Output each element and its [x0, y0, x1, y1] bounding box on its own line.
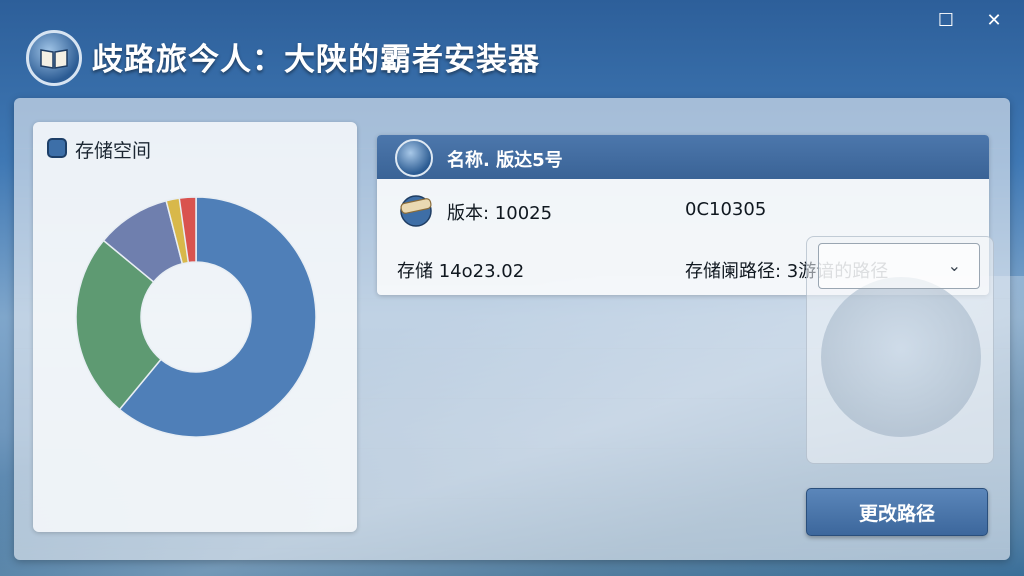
game-name: 名称. 版达5号 — [447, 150, 563, 171]
title-bar: 歧路旅今人：大陕的霸者安装器 ☐ ✕ — [0, 0, 1024, 90]
storage-icon — [47, 138, 67, 158]
emblem-icon — [821, 277, 981, 437]
change-path-button[interactable]: 更改路径 — [806, 488, 988, 536]
storage-card: 存储空间 — [33, 122, 357, 532]
app-title: 歧路旅今人：大陕的霸者安装器 — [92, 42, 540, 78]
maximize-button[interactable]: ☐ — [932, 8, 960, 32]
info-header: 名称. 版达5号 — [377, 135, 989, 179]
book-icon — [26, 30, 82, 86]
version-code: 0C10305 — [685, 199, 767, 220]
storage-donut-chart — [75, 196, 317, 438]
storage-size-label: 存储 14o23.02 — [397, 261, 525, 282]
install-path-dropdown[interactable]: ⌄ — [818, 243, 980, 289]
scroll-icon — [395, 191, 437, 227]
book-icon — [395, 139, 433, 177]
chevron-down-icon: ⌄ — [947, 256, 961, 275]
storage-title: 存储空间 — [75, 140, 152, 162]
close-button[interactable]: ✕ — [980, 8, 1008, 32]
version-label: 版本: 10025 — [447, 203, 553, 224]
